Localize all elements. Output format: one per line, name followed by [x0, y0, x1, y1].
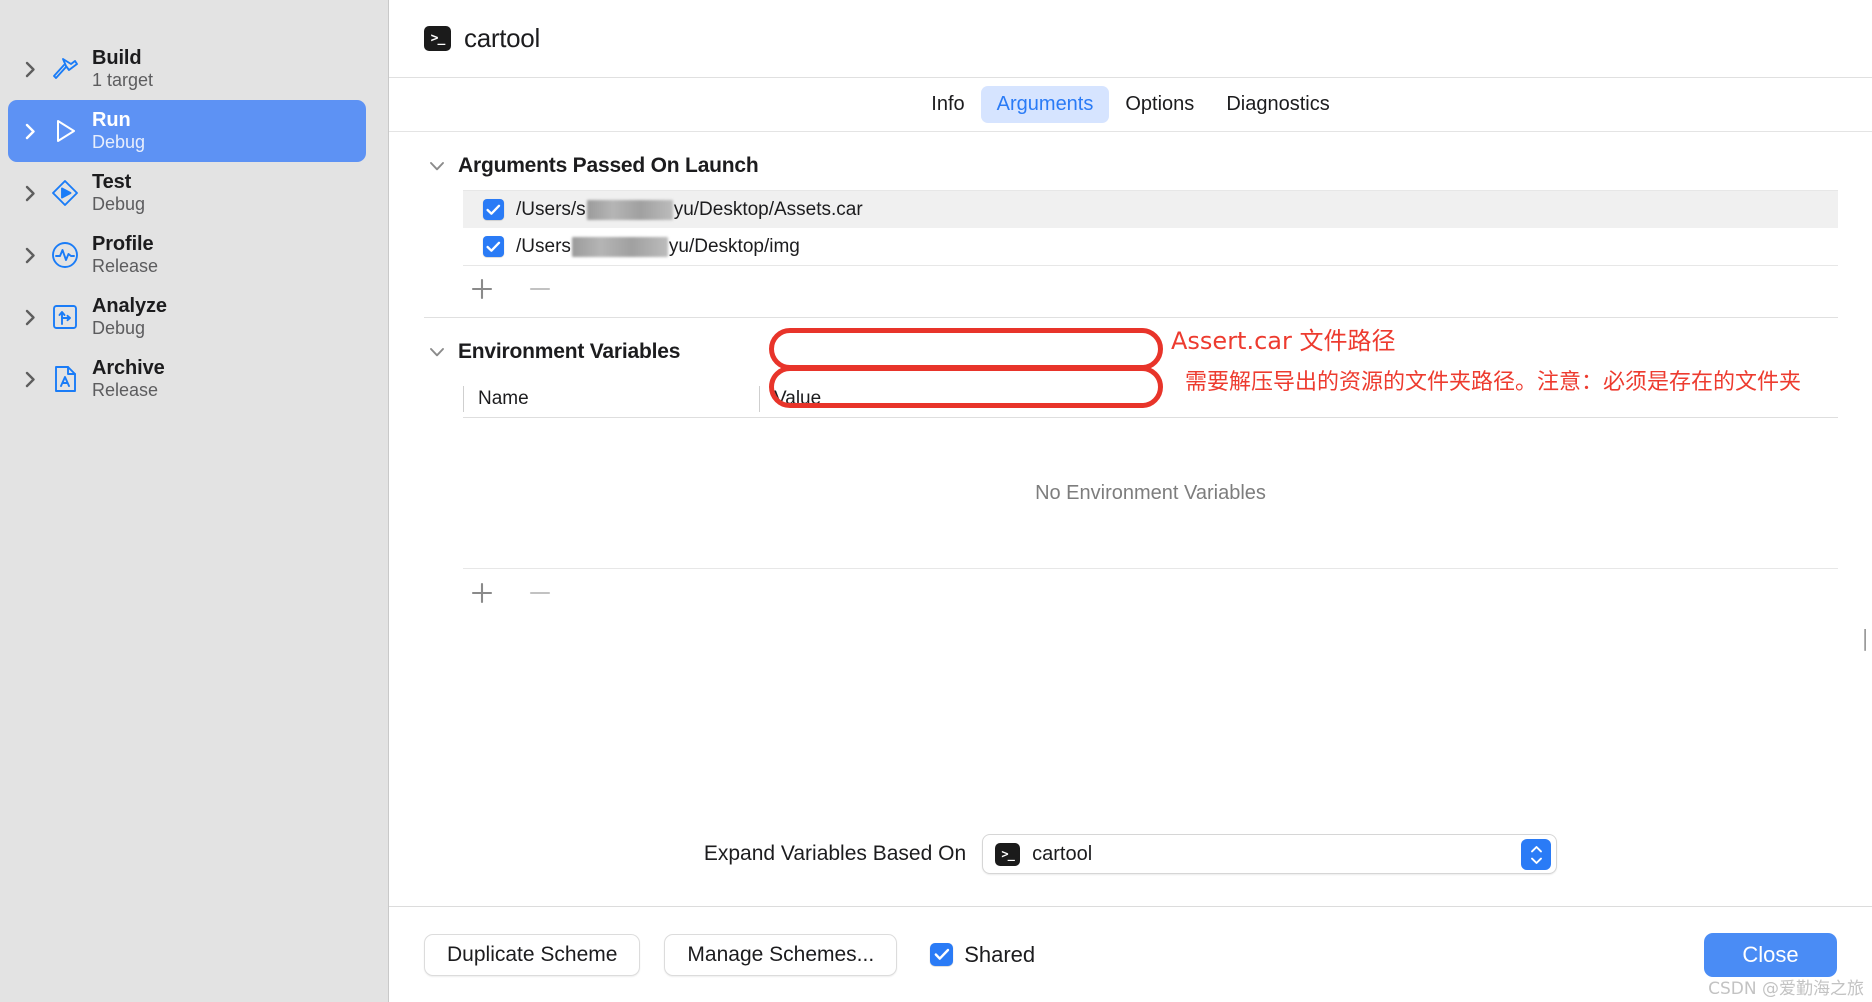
remove-environment-variable-button[interactable]	[521, 574, 559, 612]
section-divider	[424, 317, 1838, 318]
environment-section-header[interactable]: Environment Variables	[424, 340, 1838, 364]
arguments-pane: Arguments Passed On Launch /Users/s yu/De…	[389, 132, 1872, 906]
waveform-icon	[44, 239, 86, 271]
environment-empty-message: No Environment Variables	[1035, 481, 1266, 504]
tab-diagnostics[interactable]: Diagnostics	[1210, 86, 1345, 123]
table-row[interactable]: /Users/s yu/Desktop/Assets.car	[463, 191, 1838, 228]
sidebar-item-subtitle: Debug	[92, 318, 146, 339]
argument-text[interactable]: /Users/s yu/Desktop/Assets.car	[516, 199, 863, 221]
sidebar-item-title: Test	[92, 170, 132, 193]
arguments-section-header[interactable]: Arguments Passed On Launch	[424, 154, 1838, 178]
analyze-icon	[44, 301, 86, 333]
argument-prefix: /Users	[516, 235, 571, 257]
arguments-add-remove-controls	[463, 265, 1838, 311]
sidebar-item-title: Archive	[92, 356, 165, 379]
section-title: Environment Variables	[458, 340, 681, 363]
argument-suffix: yu/Desktop/Assets.car	[673, 198, 863, 220]
sidebar-item-title: Run	[92, 108, 131, 131]
environment-add-remove-controls	[463, 568, 1838, 616]
add-argument-button[interactable]	[463, 270, 501, 308]
sidebar-item-title: Profile	[92, 232, 154, 255]
sidebar-item-archive[interactable]: Archive Release	[8, 348, 366, 410]
scheme-editor-window: Build 1 target Run Debug Test Debug Prof…	[0, 0, 1872, 1002]
shared-label: Shared	[964, 941, 1036, 967]
column-header-name[interactable]: Name	[463, 385, 759, 412]
chevron-right-icon[interactable]	[16, 61, 44, 78]
chevron-right-icon[interactable]	[16, 185, 44, 202]
shared-checkbox[interactable]	[930, 943, 954, 966]
expand-variables-label: Expand Variables Based On	[703, 842, 967, 865]
tab-bar: Info Arguments Options Diagnostics	[389, 78, 1872, 132]
hammer-icon	[44, 53, 86, 85]
stepper-icon[interactable]	[1521, 839, 1552, 870]
watermark: CSDN @爱勤海之旅	[1708, 979, 1864, 999]
manage-schemes-button[interactable]: Manage Schemes...	[664, 933, 898, 976]
annotation-text-2: 需要解压导出的资源的文件夹路径。注意：必须是存在的文件夹	[1185, 370, 1802, 395]
shared-checkbox-group[interactable]: Shared	[930, 942, 1035, 968]
annotation-text-1: Assert.car 文件路径	[1171, 327, 1396, 355]
sidebar-item-analyze[interactable]: Analyze Debug	[8, 286, 366, 348]
terminal-icon: >_	[995, 842, 1021, 866]
sidebar-item-run[interactable]: Run Debug	[8, 100, 366, 162]
scheme-actions-sidebar: Build 1 target Run Debug Test Debug Prof…	[0, 0, 389, 1002]
chevron-right-icon[interactable]	[16, 247, 44, 264]
expand-variables-row: Expand Variables Based On >_ cartool	[389, 834, 1872, 874]
redacted-username	[571, 236, 668, 257]
diamond-play-icon	[44, 177, 86, 209]
chevron-right-icon[interactable]	[16, 371, 44, 388]
argument-checkbox[interactable]	[483, 199, 504, 220]
dialog-footer: Duplicate Scheme Manage Schemes... Share…	[389, 906, 1872, 1002]
chevron-right-icon[interactable]	[16, 123, 44, 140]
detail-pane: >_ cartool Info Arguments Options Diagno…	[389, 0, 1872, 1002]
arguments-list: /Users/s yu/Desktop/Assets.car /Users yu/D…	[463, 190, 1838, 265]
scheme-titlebar: >_ cartool	[389, 0, 1872, 78]
sidebar-item-subtitle: 1 target	[92, 70, 154, 91]
terminal-prompt-glyph: >_	[430, 31, 446, 46]
terminal-icon: >_	[424, 26, 451, 51]
clipped-edge-artifact: ⎪⋁	[1858, 630, 1872, 651]
table-row[interactable]: /Users yu/Desktop/img	[463, 228, 1838, 265]
chevron-down-icon[interactable]	[424, 347, 450, 358]
chevron-down-icon[interactable]	[424, 161, 450, 172]
chevron-right-icon[interactable]	[16, 309, 44, 326]
sidebar-item-subtitle: Release	[92, 380, 159, 401]
expand-variables-value: cartool	[1032, 842, 1093, 865]
close-button[interactable]: Close	[1704, 932, 1837, 977]
sidebar-item-subtitle: Release	[92, 256, 159, 277]
play-icon	[44, 115, 86, 147]
sidebar-item-profile[interactable]: Profile Release	[8, 224, 366, 286]
argument-prefix: /Users/s	[516, 198, 586, 220]
sidebar-item-subtitle: Debug	[92, 194, 146, 215]
section-title: Arguments Passed On Launch	[458, 154, 759, 177]
remove-argument-button[interactable]	[521, 270, 559, 308]
page-title: cartool	[464, 23, 540, 53]
tab-arguments[interactable]: Arguments	[980, 86, 1110, 123]
argument-text[interactable]: /Users yu/Desktop/img	[516, 236, 800, 258]
sidebar-item-title: Build	[92, 46, 142, 69]
environment-variables-table: Name Value No Environment Variables	[463, 380, 1838, 616]
tab-info[interactable]: Info	[915, 86, 980, 123]
argument-suffix: yu/Desktop/img	[668, 235, 800, 257]
argument-checkbox[interactable]	[483, 236, 504, 257]
sidebar-item-build[interactable]: Build 1 target	[8, 38, 366, 100]
terminal-prompt-glyph: >_	[1001, 847, 1014, 861]
sidebar-item-subtitle: Debug	[92, 132, 146, 153]
expand-variables-popup[interactable]: >_ cartool	[982, 834, 1558, 874]
sidebar-item-title: Analyze	[92, 294, 167, 317]
add-environment-variable-button[interactable]	[463, 574, 501, 612]
redacted-username	[586, 199, 673, 220]
tab-options[interactable]: Options	[1109, 86, 1210, 123]
sidebar-item-test[interactable]: Test Debug	[8, 162, 366, 224]
duplicate-scheme-button[interactable]: Duplicate Scheme	[424, 933, 641, 976]
archive-icon	[44, 363, 86, 395]
